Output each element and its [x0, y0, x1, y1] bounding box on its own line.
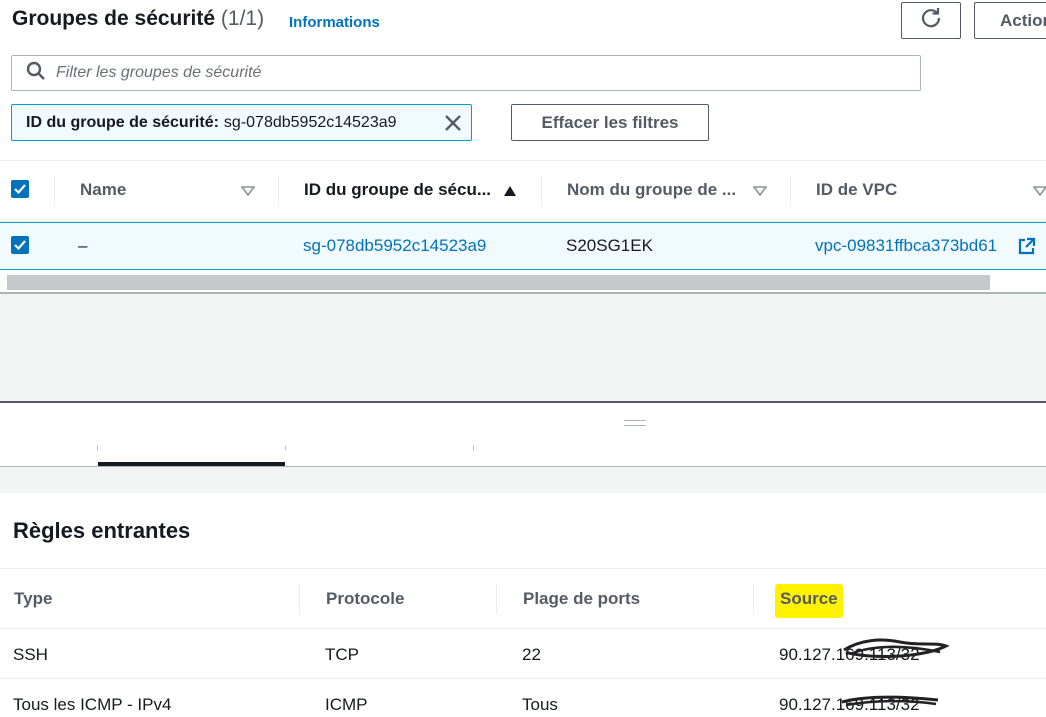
rules-row-divider: [0, 678, 1046, 679]
column-header-name[interactable]: Name: [80, 180, 126, 200]
inbound-rules-title: Règles entrantes: [13, 518, 191, 543]
check-icon: [14, 240, 26, 251]
clear-filters-button[interactable]: Effacer les filtres: [511, 104, 709, 141]
row-checkbox[interactable]: [11, 236, 29, 254]
filter-token-value: sg-078db5952c14523a9: [223, 113, 397, 131]
page-title: Groupes de sécurité (1/1): [12, 7, 264, 31]
sort-icon[interactable]: [752, 184, 768, 202]
column-header-group-name[interactable]: Nom du groupe de ...: [567, 180, 736, 200]
clear-filters-label: Effacer les filtres: [541, 112, 679, 132]
rule-cell-ports: Tous: [522, 695, 558, 714]
rule-cell-ports: 22: [522, 645, 541, 664]
split-panel-divider: [0, 401, 1046, 403]
column-divider: [496, 584, 497, 614]
column-divider: [541, 176, 542, 206]
column-header-vpc-id[interactable]: ID de VPC: [816, 180, 897, 200]
rule-cell-protocol: TCP: [325, 645, 359, 664]
external-link-icon[interactable]: [1017, 237, 1036, 261]
rules-header-source: Source: [780, 589, 838, 608]
filter-token-key: ID du groupe de sécurité:: [26, 113, 219, 131]
tab-separator: [473, 446, 474, 450]
column-divider: [790, 176, 791, 206]
sort-ascending-icon[interactable]: [503, 184, 517, 202]
section-gap: [0, 467, 1046, 493]
rules-header-protocol: Protocole: [326, 589, 405, 608]
table-top-border: [0, 160, 1046, 161]
column-divider: [299, 584, 300, 614]
rule-cell-protocol: ICMP: [325, 695, 368, 714]
search-input[interactable]: [56, 64, 856, 82]
rules-header-type: Type: [14, 589, 53, 608]
rules-header-port-range: Plage de ports: [523, 589, 641, 608]
filter-token: ID du groupe de sécurité: sg-078db5952c1…: [11, 104, 472, 141]
cell-vpc-id-link[interactable]: vpc-09831ffbca373bd61: [815, 236, 997, 256]
info-link[interactable]: Informations: [289, 14, 380, 31]
cell-group-id-link[interactable]: sg-078db5952c14523a9: [303, 236, 486, 256]
tab-separator: [285, 446, 286, 450]
refresh-button[interactable]: [901, 2, 961, 39]
select-all-checkbox[interactable]: [11, 180, 29, 198]
cell-name: –: [78, 236, 88, 255]
actions-button[interactable]: Actions: [974, 2, 1046, 39]
rule-cell-type: SSH: [13, 645, 48, 664]
horizontal-scrollbar[interactable]: [7, 275, 990, 290]
section-separator: [0, 568, 1046, 569]
cell-group-name: S20SG1EK: [566, 236, 653, 255]
resize-handle-icon[interactable]: [624, 420, 646, 426]
redaction-scribble: [841, 695, 939, 707]
rule-cell-type: Tous les ICMP - IPv4: [13, 695, 172, 714]
check-icon: [14, 184, 26, 195]
rules-header-border: [0, 628, 1046, 629]
refresh-icon: [920, 7, 942, 34]
column-divider: [278, 176, 279, 206]
column-divider: [753, 584, 754, 614]
sort-icon[interactable]: [240, 184, 256, 202]
actions-label: Actions: [1000, 10, 1046, 30]
page-title-text: Groupes de sécurité: [12, 7, 216, 30]
empty-area: [0, 294, 1046, 401]
selection-count: (1/1): [220, 7, 265, 30]
search-box[interactable]: [11, 55, 921, 91]
search-icon: [26, 61, 46, 86]
column-header-group-id[interactable]: ID du groupe de sécu...: [304, 180, 491, 200]
column-divider: [54, 176, 55, 206]
sort-icon[interactable]: [1032, 184, 1046, 202]
remove-filter-icon[interactable]: [443, 113, 463, 133]
redaction-scribble: [843, 638, 950, 658]
tab-separator: [97, 446, 98, 450]
